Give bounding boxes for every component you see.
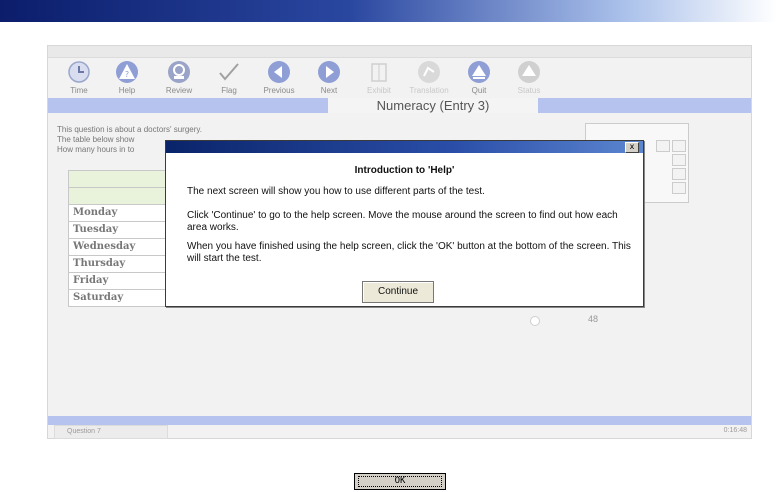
help-button[interactable]: ? Help (104, 60, 150, 100)
dialog-paragraph-3: When you have finished using the help sc… (187, 241, 631, 264)
exhibit-button[interactable]: Exhibit (356, 60, 402, 100)
status-button[interactable]: Status (506, 60, 552, 100)
toolbar-label-next: Next (320, 86, 338, 95)
ok-focus-ring (358, 476, 442, 487)
status-icon (518, 61, 540, 83)
calculator-key[interactable] (672, 168, 686, 180)
title-band: Numeracy (Entry 3) (48, 98, 751, 113)
previous-button[interactable]: Previous (256, 60, 302, 100)
flag-button[interactable]: Flag (206, 60, 252, 100)
toolbar-label-flag: Flag (221, 86, 237, 95)
calculator-key[interactable] (672, 140, 686, 152)
svg-text:?: ? (125, 70, 129, 79)
toolbar-label-previous: Previous (263, 86, 295, 95)
translation-button[interactable]: Translation (406, 60, 452, 100)
time-button[interactable]: Time (56, 60, 102, 100)
calculator-key[interactable] (672, 154, 686, 166)
dialog-heading: Introduction to 'Help' (354, 165, 455, 176)
review-button[interactable]: Review (156, 60, 202, 100)
question-number: Question 7 (54, 425, 168, 439)
toolbar-label-status: Status (517, 86, 541, 95)
calculator-key[interactable] (656, 140, 670, 152)
top-gradient-bar (0, 0, 777, 22)
review-icon (168, 61, 190, 83)
toolbar-label-exhibit: Exhibit (366, 86, 391, 95)
timer-readout: 0:16:48 (723, 427, 747, 434)
dialog-paragraph-1: The next screen will show you how to use… (187, 186, 485, 197)
answer-radio[interactable] (530, 316, 540, 326)
quit-button[interactable]: Quit (456, 60, 502, 100)
dialog-titlebar: x (166, 141, 643, 153)
status-bar: Question 7 0:16:48 (48, 425, 751, 439)
help-icon: ? (116, 61, 138, 83)
checkmark-flag-icon (219, 63, 239, 81)
ok-button[interactable]: OK (354, 473, 446, 490)
arrow-right-icon (318, 61, 340, 83)
toolbar-label-help: Help (118, 86, 136, 95)
calculator-key[interactable] (672, 182, 686, 194)
next-button[interactable]: Next (306, 60, 352, 100)
quit-icon (468, 61, 490, 83)
window-top-strip (48, 46, 751, 58)
toolbar: Time ? Help Review Flag Previous Next Ex… (56, 60, 616, 100)
arrow-left-icon (268, 61, 290, 83)
toolbar-label-quit: Quit (471, 86, 487, 95)
toolbar-label-translation: Translation (409, 86, 449, 95)
translation-icon (418, 61, 440, 83)
close-icon[interactable]: x (625, 142, 639, 153)
question-line-1: This question is about a doctors' surger… (57, 125, 203, 134)
continue-button[interactable]: Continue (362, 281, 434, 303)
clock-icon (68, 61, 90, 83)
page-title: Numeracy (Entry 3) (328, 98, 538, 113)
help-intro-dialog: x Introduction to 'Help' The next screen… (165, 140, 644, 307)
toolbar-label-review: Review (165, 86, 193, 95)
answer-option-label: 48 (588, 314, 599, 324)
bottom-band (48, 416, 751, 425)
dialog-paragraph-2: Click 'Continue' to go to the help scree… (187, 210, 618, 233)
exhibit-icon (371, 63, 387, 82)
toolbar-label-time: Time (70, 86, 88, 95)
